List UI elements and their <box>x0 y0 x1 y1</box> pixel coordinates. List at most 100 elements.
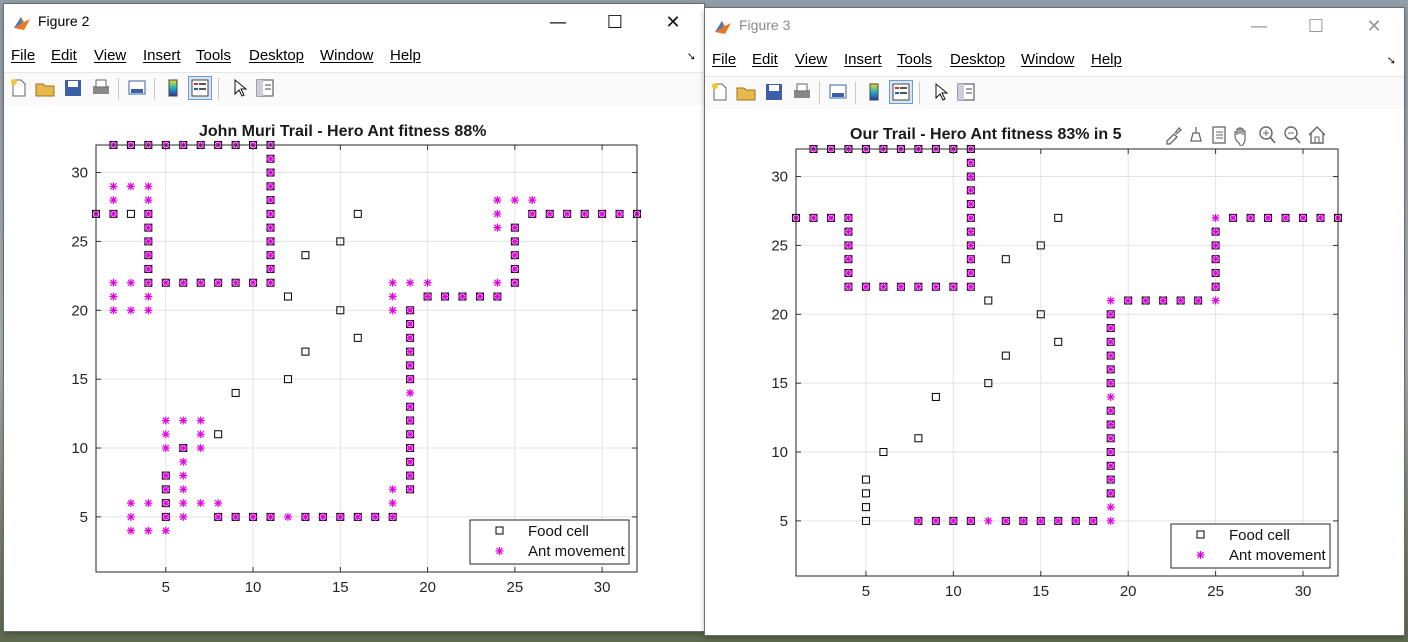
home-icon[interactable] <box>1308 126 1326 144</box>
ant-movement-marker <box>1071 516 1080 525</box>
zoom-out-icon[interactable] <box>1284 126 1301 144</box>
ant-movement-marker <box>406 430 415 439</box>
ant-movement-marker <box>336 512 345 521</box>
legend-label: Ant movement <box>1229 547 1327 564</box>
menu-file[interactable]: File <box>712 51 736 68</box>
ant-movement-marker <box>144 196 153 205</box>
edit-plot-icon[interactable] <box>929 81 951 103</box>
ant-movement-marker <box>423 292 432 301</box>
ant-movement-marker <box>406 347 415 356</box>
property-inspector-icon[interactable] <box>955 81 977 103</box>
insert-legend-icon[interactable] <box>889 80 913 104</box>
menu-help[interactable]: Help <box>1091 51 1122 68</box>
trail-plot[interactable]: 5 10 15 20 25 30 5 10 15 20 25 30 Food cell Ant movem… <box>4 105 704 631</box>
y-tick-label: 20 <box>771 306 788 323</box>
new-figure-icon[interactable] <box>709 81 731 103</box>
ant-movement-marker <box>161 278 170 287</box>
print-icon[interactable] <box>791 81 813 103</box>
trail-plot[interactable]: 5 10 15 20 25 30 5 10 15 20 25 30 Food cell Ant movem… <box>705 109 1404 635</box>
menu-desktop[interactable]: Desktop <box>249 47 304 64</box>
ant-movement-marker <box>406 375 415 384</box>
ant-movement-marker <box>1106 296 1115 305</box>
y-tick-label: 15 <box>71 371 88 388</box>
ant-movement-marker <box>266 237 275 246</box>
property-inspector-icon[interactable] <box>254 77 276 99</box>
menu-insert[interactable]: Insert <box>143 47 181 64</box>
link-plot-icon[interactable] <box>126 77 148 99</box>
data-tips-icon[interactable] <box>1190 127 1202 142</box>
x-tick-label: 10 <box>945 583 962 600</box>
edit-plot-icon[interactable] <box>228 77 250 99</box>
insert-colorbar-icon[interactable] <box>863 81 885 103</box>
dock-arrow-icon[interactable]: ➘ <box>687 50 696 63</box>
menu-file[interactable]: File <box>11 47 35 64</box>
ant-movement-marker <box>1141 296 1150 305</box>
menu-edit[interactable]: Edit <box>752 51 778 68</box>
ant-movement-marker <box>371 512 380 521</box>
save-icon[interactable] <box>62 77 84 99</box>
menu-window[interactable]: Window <box>1021 51 1074 68</box>
menu-edit[interactable]: Edit <box>51 47 77 64</box>
ant-movement-marker <box>126 512 135 521</box>
axes-title: Our Trail - Hero Ant fitness 83% in 5 <box>850 126 1122 143</box>
link-axes-icon[interactable] <box>1212 126 1226 144</box>
y-tick-label: 25 <box>771 237 788 254</box>
close-button[interactable]: ✕ <box>1346 8 1402 44</box>
print-icon[interactable] <box>90 77 112 99</box>
insert-legend-icon[interactable] <box>188 76 212 100</box>
ant-movement-marker <box>266 223 275 232</box>
ant-movement-marker <box>966 227 975 236</box>
ant-movement-marker <box>266 512 275 521</box>
ant-movement-marker <box>161 512 170 521</box>
title-bar[interactable]: Figure 3 — ☐ ✕ <box>705 8 1404 44</box>
ant-movement-marker <box>144 306 153 315</box>
minimize-button[interactable]: — <box>1231 8 1287 44</box>
ant-movement-marker <box>510 278 519 287</box>
figure-3-window[interactable]: Figure 3 — ☐ ✕ File Edit View Insert Too… <box>705 8 1404 635</box>
dock-arrow-icon[interactable]: ➘ <box>1387 54 1396 67</box>
ant-movement-marker <box>144 278 153 287</box>
menu-desktop[interactable]: Desktop <box>950 51 1005 68</box>
pan-icon[interactable] <box>1234 127 1246 149</box>
link-plot-icon[interactable] <box>827 81 849 103</box>
menu-view[interactable]: View <box>795 51 827 68</box>
insert-colorbar-icon[interactable] <box>162 77 184 99</box>
menu-window[interactable]: Window <box>320 47 373 64</box>
new-figure-icon[interactable] <box>8 77 30 99</box>
ant-movement-marker <box>126 278 135 287</box>
zoom-in-icon[interactable] <box>1259 126 1276 144</box>
x-tick-label: 5 <box>162 579 170 596</box>
brush-icon[interactable] <box>1166 127 1182 145</box>
figure-2-window[interactable]: Figure 2 — ☐ ✕ File Edit View Insert Too… <box>4 4 704 631</box>
ant-movement-marker <box>388 292 397 301</box>
open-file-icon[interactable] <box>735 81 757 103</box>
ant-movement-marker <box>214 499 223 508</box>
ant-movement-marker <box>1001 516 1010 525</box>
title-bar[interactable]: Figure 2 — ☐ ✕ <box>4 4 704 40</box>
maximize-button[interactable]: ☐ <box>587 4 643 40</box>
save-icon[interactable] <box>763 81 785 103</box>
ant-movement-marker <box>1106 475 1115 484</box>
minimize-button[interactable]: — <box>530 4 586 40</box>
ant-movement-marker <box>266 168 275 177</box>
menu-tools[interactable]: Tools <box>897 51 932 68</box>
ant-movement-marker <box>1194 296 1203 305</box>
menu-insert[interactable]: Insert <box>844 51 882 68</box>
figure-canvas[interactable]: 5 10 15 20 25 30 5 10 15 20 25 30 Food cell Ant movem… <box>4 105 704 631</box>
ant-movement-marker <box>179 499 188 508</box>
figure-toolbar <box>4 72 704 106</box>
plot-area <box>96 145 637 572</box>
menu-help[interactable]: Help <box>390 47 421 64</box>
plot-area <box>796 149 1338 576</box>
ant-movement-marker <box>966 200 975 209</box>
ant-movement-marker <box>406 320 415 329</box>
maximize-button[interactable]: ☐ <box>1288 8 1344 44</box>
ant-movement-marker <box>1211 227 1220 236</box>
menu-view[interactable]: View <box>94 47 126 64</box>
ant-movement-marker <box>144 526 153 535</box>
menu-tools[interactable]: Tools <box>196 47 231 64</box>
open-file-icon[interactable] <box>34 77 56 99</box>
ant-movement-marker <box>510 196 519 205</box>
figure-canvas[interactable]: 5 10 15 20 25 30 5 10 15 20 25 30 Food cell Ant movem… <box>705 109 1404 635</box>
close-button[interactable]: ✕ <box>645 4 701 40</box>
